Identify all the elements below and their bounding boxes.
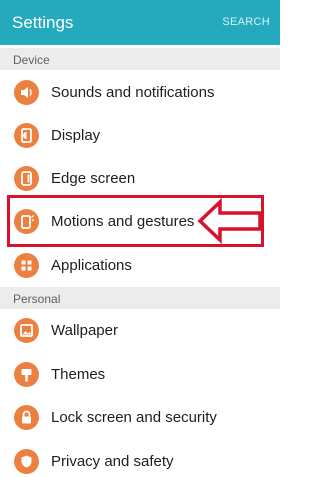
settings-item-sounds[interactable]: Sounds and notifications (0, 71, 280, 115)
edge-screen-icon (14, 166, 39, 191)
settings-item-label: Wallpaper (51, 322, 118, 339)
settings-item-label: Themes (51, 366, 106, 383)
lock-icon (14, 405, 39, 430)
settings-item-motions[interactable]: Motions and gestures (0, 200, 280, 244)
display-icon (14, 123, 39, 148)
section-header-device: Device (0, 48, 280, 70)
settings-item-label: Display (51, 127, 101, 144)
settings-item-lock-screen[interactable]: Lock screen and security (0, 396, 280, 440)
settings-item-themes[interactable]: Themes (0, 353, 280, 397)
volume-icon (14, 80, 39, 105)
settings-item-label: Lock screen and security (51, 409, 217, 426)
section-header-personal: Personal (0, 287, 280, 309)
settings-item-label: Privacy and safety (51, 453, 174, 470)
motions-icon (14, 209, 39, 234)
page-title: Settings (12, 13, 74, 32)
settings-item-label: Edge screen (51, 170, 136, 187)
app-bar: Settings SEARCH (0, 0, 280, 45)
settings-item-display[interactable]: Display (0, 114, 280, 158)
settings-item-label: Applications (51, 257, 132, 274)
shield-icon (14, 449, 39, 474)
settings-item-privacy[interactable]: Privacy and safety (0, 440, 280, 477)
settings-item-edge-screen[interactable]: Edge screen (0, 157, 280, 201)
settings-item-wallpaper[interactable]: Wallpaper (0, 309, 280, 353)
search-button[interactable]: SEARCH (222, 16, 270, 28)
image-icon (14, 318, 39, 343)
settings-item-applications[interactable]: Applications (0, 244, 280, 288)
settings-item-label: Motions and gestures (51, 213, 195, 230)
apps-grid-icon (14, 253, 39, 278)
brush-icon (14, 362, 39, 387)
settings-item-label: Sounds and notifications (51, 84, 215, 101)
